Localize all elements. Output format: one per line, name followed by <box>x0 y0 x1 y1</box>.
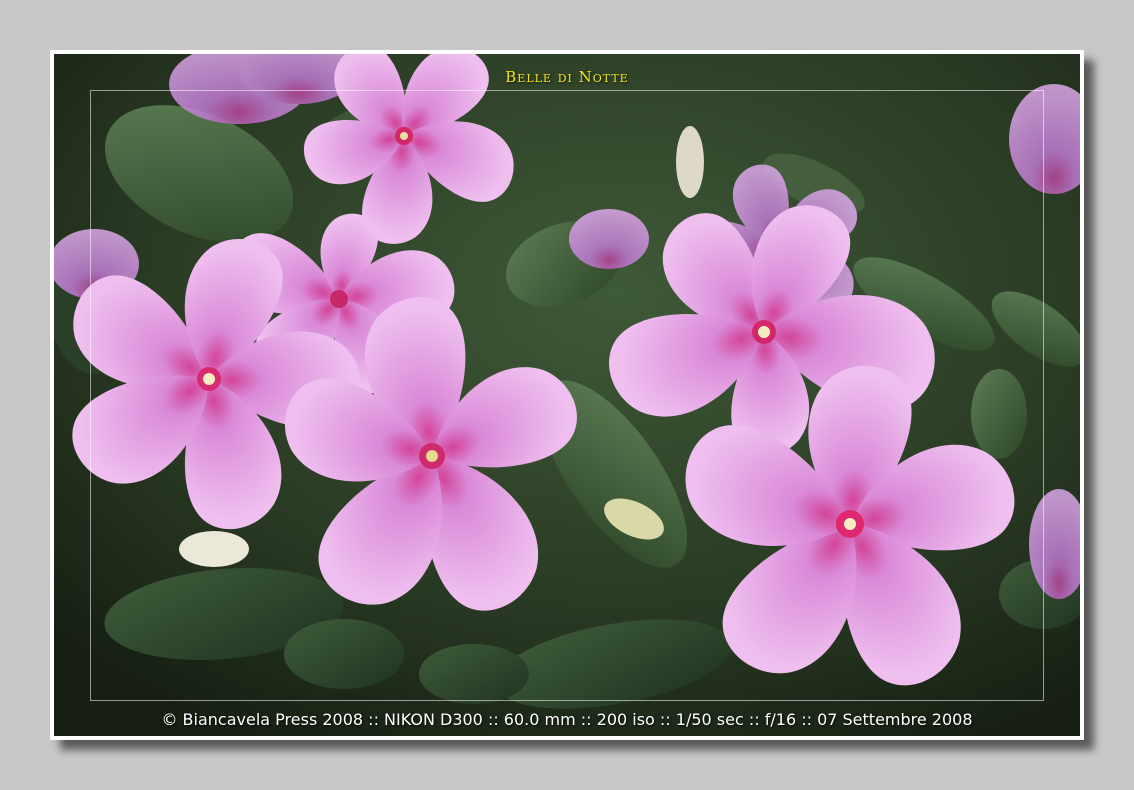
photo-illustration <box>54 54 1080 736</box>
photo-frame: Belle di Notte © Biancavela Press 2008 :… <box>50 50 1084 740</box>
photo-caption: © Biancavela Press 2008 :: NIKON D300 ::… <box>161 710 973 729</box>
page-background: Belle di Notte © Biancavela Press 2008 :… <box>0 0 1134 790</box>
photo-title: Belle di Notte <box>505 68 629 86</box>
flower-photo: Belle di Notte © Biancavela Press 2008 :… <box>54 54 1080 736</box>
